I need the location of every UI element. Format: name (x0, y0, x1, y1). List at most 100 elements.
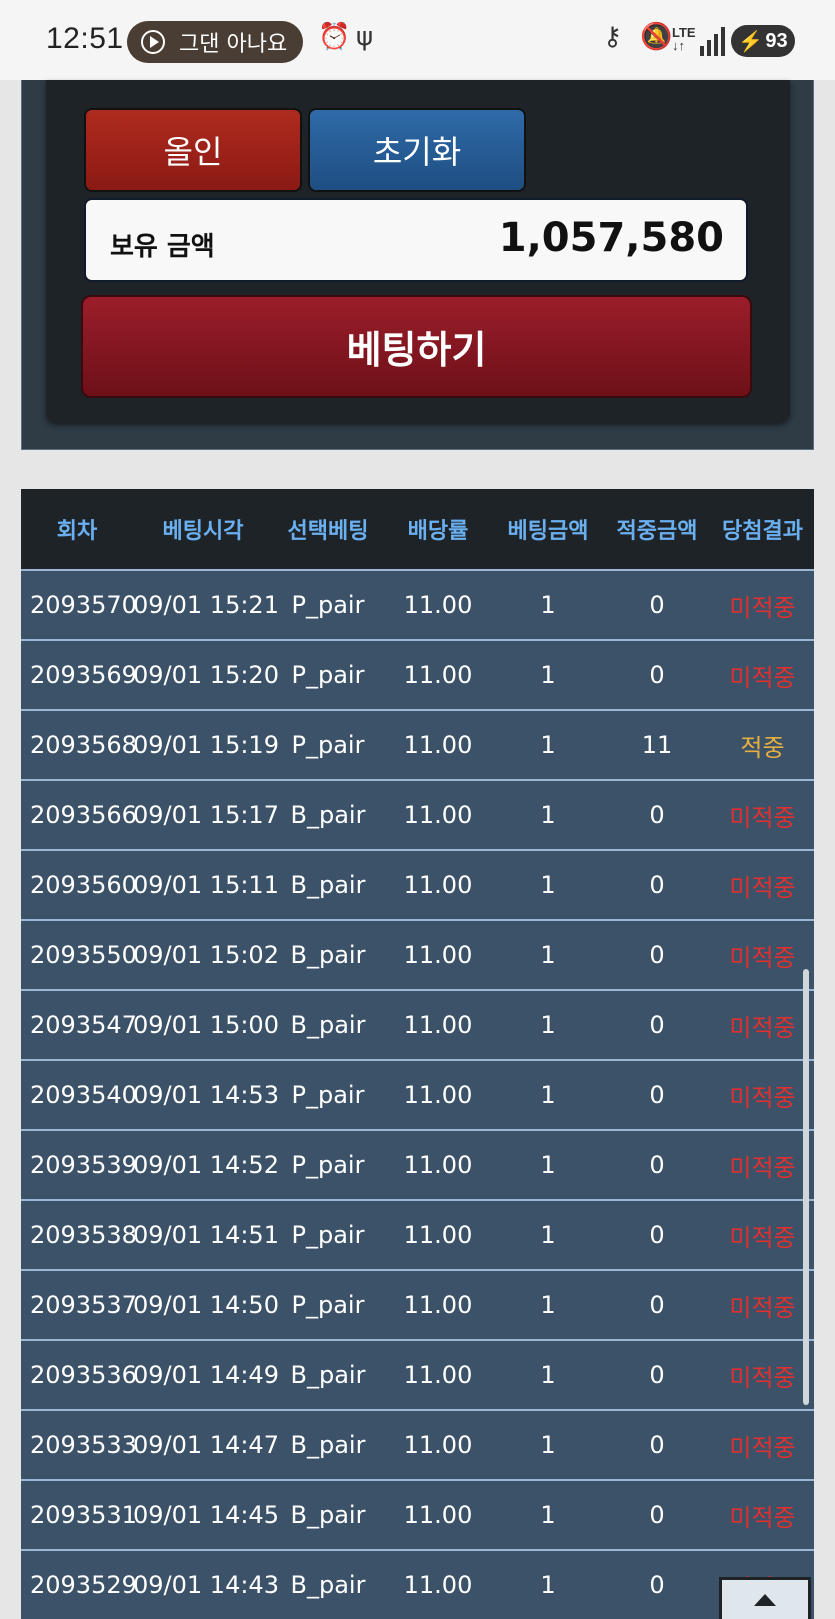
cell-bet-amount: 1 (540, 801, 556, 829)
cell-bet-amount: 1 (540, 1011, 556, 1039)
cell-win-amount: 0 (649, 1291, 665, 1319)
cell-selection: B_pair (290, 1431, 366, 1459)
cell-result: 미적중 (729, 1013, 796, 1042)
cell-bet-time: 09/01 14:47 (133, 1431, 279, 1459)
header-result: 당첨결과 (722, 519, 803, 544)
cell-round: 2093547 (30, 1011, 137, 1039)
cell-odds: 11.00 (403, 1081, 473, 1109)
table-row: 2093537 09/01 14:50 P_pair 11.00 1 0 미적중 (21, 1271, 814, 1341)
reset-button[interactable]: 초기화 (308, 108, 526, 192)
cell-result: 미적중 (729, 1433, 796, 1462)
header-bet-amount: 베팅금액 (507, 519, 589, 544)
cell-bet-amount: 1 (540, 1081, 556, 1109)
header-odds: 배당률 (407, 519, 469, 544)
table-row: 2093536 09/01 14:49 B_pair 11.00 1 0 미적중 (21, 1341, 814, 1411)
cell-win-amount: 11 (641, 731, 673, 759)
cell-win-amount: 0 (649, 1151, 665, 1179)
table-row: 2093566 09/01 15:17 B_pair 11.00 1 0 미적중 (21, 781, 814, 851)
cell-round: 2093537 (30, 1291, 137, 1319)
header-selection: 선택베팅 (287, 519, 369, 544)
cell-result: 미적중 (729, 1293, 796, 1322)
cell-bet-time: 09/01 15:21 (133, 591, 279, 619)
scroll-to-top-button[interactable] (719, 1577, 811, 1619)
cell-win-amount: 0 (649, 591, 665, 619)
cell-round: 2093531 (30, 1501, 137, 1529)
bet-history-table: 회차 베팅시각 선택베팅 배당률 베팅금액 적중금액 당첨결과 2093570 0… (21, 489, 814, 1619)
status-time: 12:51 (46, 22, 124, 55)
cell-odds: 11.00 (403, 1291, 473, 1319)
cell-result: 미적중 (729, 593, 796, 622)
cell-bet-time: 09/01 15:02 (133, 941, 279, 969)
table-row: 2093568 09/01 15:19 P_pair 11.00 1 11 적중 (21, 711, 814, 781)
status-bar: 12:51 그댄 아나요 ⏰ ψ ⚷ 🔕 LTE ↓↑ ⚡ 93 (0, 0, 835, 80)
table-body: 2093570 09/01 15:21 P_pair 11.00 1 0 미적중 209356… (21, 571, 814, 1619)
cell-selection: P_pair (291, 731, 365, 759)
cell-result: 적중 (740, 733, 785, 762)
cell-odds: 11.00 (403, 871, 473, 899)
table-row: 2093570 09/01 15:21 P_pair 11.00 1 0 미적중 (21, 571, 814, 641)
alarm-icon: ⏰ (318, 22, 351, 52)
table-row: 2093550 09/01 15:02 B_pair 11.00 1 0 미적중 (21, 921, 814, 991)
cell-odds: 11.00 (403, 1431, 473, 1459)
key-icon: ⚷ (603, 22, 623, 52)
cell-bet-amount: 1 (540, 1361, 556, 1389)
cell-round: 2093560 (30, 871, 137, 899)
cell-bet-time: 09/01 15:20 (133, 661, 279, 689)
media-pill[interactable]: 그댄 아나요 (127, 21, 303, 63)
header-round: 회차 (56, 519, 98, 544)
cell-win-amount: 0 (649, 1081, 665, 1109)
cell-bet-amount: 1 (540, 591, 556, 619)
cell-round: 2093533 (30, 1431, 137, 1459)
table-row: 2093547 09/01 15:00 B_pair 11.00 1 0 미적중 (21, 991, 814, 1061)
cell-round: 2093570 (30, 591, 137, 619)
table-row: 2093538 09/01 14:51 P_pair 11.00 1 0 미적중 (21, 1201, 814, 1271)
mute-icon: 🔕 (640, 22, 673, 52)
header-bet-time: 베팅시각 (162, 519, 244, 544)
cell-odds: 11.00 (403, 731, 473, 759)
cell-selection: P_pair (291, 1151, 365, 1179)
cell-bet-amount: 1 (540, 661, 556, 689)
balance-box: 보유 금액 1,057,580 (84, 198, 748, 282)
place-bet-button[interactable]: 베팅하기 (81, 295, 752, 398)
table-header: 회차 베팅시각 선택베팅 배당률 베팅금액 적중금액 당첨결과 (21, 489, 814, 571)
cell-round: 2093540 (30, 1081, 137, 1109)
cell-odds: 11.00 (403, 661, 473, 689)
cell-result: 미적중 (729, 1223, 796, 1252)
cell-result: 미적중 (729, 873, 796, 902)
cell-win-amount: 0 (649, 871, 665, 899)
cell-round: 2093529 (30, 1571, 137, 1599)
cell-result: 미적중 (729, 1153, 796, 1182)
cell-bet-time: 09/01 14:45 (133, 1501, 279, 1529)
scrollbar[interactable] (803, 969, 809, 1405)
cell-result: 미적중 (729, 803, 796, 832)
cell-round: 2093566 (30, 801, 137, 829)
table-row: 2093533 09/01 14:47 B_pair 11.00 1 0 미적중 (21, 1411, 814, 1481)
cell-result: 미적중 (729, 1503, 796, 1532)
cell-round: 2093569 (30, 661, 137, 689)
cell-bet-amount: 1 (540, 941, 556, 969)
cell-selection: P_pair (291, 591, 365, 619)
cell-win-amount: 0 (649, 801, 665, 829)
cell-bet-time: 09/01 14:49 (133, 1361, 279, 1389)
cell-selection: P_pair (291, 1291, 365, 1319)
table-row: 2093539 09/01 14:52 P_pair 11.00 1 0 미적중 (21, 1131, 814, 1201)
cell-bet-time: 09/01 15:11 (133, 871, 279, 899)
cell-result: 미적중 (729, 663, 796, 692)
cell-bet-amount: 1 (540, 1571, 556, 1599)
cell-round: 2093536 (30, 1361, 137, 1389)
cell-bet-time: 09/01 14:51 (133, 1221, 279, 1249)
cell-bet-time: 09/01 14:53 (133, 1081, 279, 1109)
allin-button[interactable]: 올인 (84, 108, 302, 192)
header-win-amount: 적중금액 (616, 519, 698, 544)
balance-label: 보유 금액 (110, 232, 215, 262)
cell-round: 2093538 (30, 1221, 137, 1249)
cell-bet-amount: 1 (540, 1221, 556, 1249)
table-row: 2093569 09/01 15:20 P_pair 11.00 1 0 미적중 (21, 641, 814, 711)
cell-selection: B_pair (290, 1501, 366, 1529)
cell-bet-time: 09/01 15:00 (133, 1011, 279, 1039)
play-icon (141, 30, 165, 54)
cell-round: 2093539 (30, 1151, 137, 1179)
cell-result: 미적중 (729, 1363, 796, 1392)
cell-win-amount: 0 (649, 1221, 665, 1249)
cell-win-amount: 0 (649, 941, 665, 969)
